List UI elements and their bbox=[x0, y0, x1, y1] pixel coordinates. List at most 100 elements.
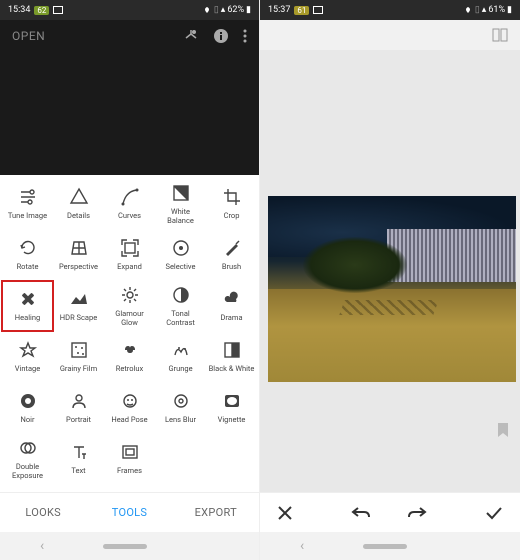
tool-frames[interactable]: Frames bbox=[104, 434, 155, 484]
android-nav-bar-left: ‹ bbox=[0, 532, 259, 560]
more-icon[interactable] bbox=[243, 28, 247, 44]
tool-label: White Balance bbox=[158, 208, 204, 225]
tool-label: Black & White bbox=[209, 365, 255, 374]
tool-hdr-scape[interactable]: HDR Scape bbox=[53, 281, 104, 331]
battery-text: 62% bbox=[227, 5, 244, 15]
rotate-icon bbox=[18, 238, 38, 258]
editor-action-bar bbox=[260, 492, 520, 532]
close-icon[interactable] bbox=[276, 504, 294, 522]
image-viewport bbox=[260, 50, 520, 492]
tool-label: Head Pose bbox=[111, 416, 147, 425]
android-nav-bar-right: ‹ bbox=[260, 532, 520, 560]
tune-image-icon bbox=[18, 187, 38, 207]
tool-label: HDR Scape bbox=[60, 314, 97, 323]
edited-photo[interactable] bbox=[268, 196, 516, 382]
tool-tonal-contrast[interactable]: Tonal Contrast bbox=[155, 281, 206, 331]
info-icon[interactable] bbox=[213, 28, 229, 44]
compare-icon[interactable] bbox=[492, 27, 508, 43]
tool-double-exposure[interactable]: Double Exposure bbox=[2, 434, 53, 484]
details-icon bbox=[69, 187, 89, 207]
noir-icon bbox=[18, 391, 38, 411]
tool-lens-blur[interactable]: Lens Blur bbox=[155, 383, 206, 433]
tool-text[interactable]: Text bbox=[53, 434, 104, 484]
black-white-icon bbox=[222, 340, 242, 360]
tab-looks[interactable]: LOOKS bbox=[0, 493, 86, 532]
tool-curves[interactable]: Curves bbox=[104, 179, 155, 229]
status-badge: 61 bbox=[294, 6, 309, 15]
gallery-icon bbox=[53, 6, 63, 14]
bookmark-icon[interactable] bbox=[496, 422, 510, 438]
phone-right: 15:37 61 ▯ ▴ 61% ▮ bbox=[260, 0, 520, 560]
gallery-icon bbox=[313, 6, 323, 14]
tool-tune-image[interactable]: Tune Image bbox=[2, 179, 53, 229]
healing-icon bbox=[18, 289, 38, 309]
tool-healing[interactable]: Healing bbox=[2, 281, 53, 331]
grainy-film-icon bbox=[69, 340, 89, 360]
tool-retrolux[interactable]: Retrolux bbox=[104, 332, 155, 382]
tool-crop[interactable]: Crop bbox=[206, 179, 257, 229]
tool-rotate[interactable]: Rotate bbox=[2, 230, 53, 280]
signal-icon: ▴ bbox=[221, 5, 226, 15]
tool-vintage[interactable]: Vintage bbox=[2, 332, 53, 382]
tool-label: Crop bbox=[224, 212, 240, 221]
tool-grainy-film[interactable]: Grainy Film bbox=[53, 332, 104, 382]
nav-home-pill[interactable] bbox=[363, 544, 407, 549]
tool-label: Portrait bbox=[66, 416, 91, 425]
battery-icon: ▮ bbox=[507, 5, 512, 15]
tool-label: Perspective bbox=[59, 263, 98, 272]
vintage-icon bbox=[18, 340, 38, 360]
tool-details[interactable]: Details bbox=[53, 179, 104, 229]
nav-back-icon[interactable]: ‹ bbox=[40, 538, 44, 554]
undo-icon[interactable] bbox=[351, 505, 371, 521]
tool-perspective[interactable]: Perspective bbox=[53, 230, 104, 280]
tool-glamour-glow[interactable]: Glamour Glow bbox=[104, 281, 155, 331]
white-balance-icon bbox=[171, 183, 191, 203]
nav-home-pill[interactable] bbox=[103, 544, 147, 549]
tool-label: Tonal Contrast bbox=[158, 310, 204, 327]
tool-noir[interactable]: Noir bbox=[2, 383, 53, 433]
tool-black-white[interactable]: Black & White bbox=[206, 332, 257, 382]
status-badge: 62 bbox=[34, 6, 49, 15]
curves-icon bbox=[120, 187, 140, 207]
tool-grunge[interactable]: Grunge bbox=[155, 332, 206, 382]
open-button[interactable]: OPEN bbox=[12, 29, 45, 43]
tool-vignette[interactable]: Vignette bbox=[206, 383, 257, 433]
layers-icon[interactable] bbox=[183, 28, 199, 44]
tool-label: Vignette bbox=[218, 416, 246, 425]
glamour-glow-icon bbox=[120, 285, 140, 305]
tool-label: Healing bbox=[15, 314, 40, 323]
tool-label: Expand bbox=[117, 263, 142, 272]
tab-tools[interactable]: TOOLS bbox=[86, 493, 172, 532]
tool-label: Curves bbox=[118, 212, 141, 221]
retrolux-icon bbox=[120, 340, 140, 360]
tool-expand[interactable]: Expand bbox=[104, 230, 155, 280]
nav-back-icon[interactable]: ‹ bbox=[300, 538, 304, 554]
vignette-icon bbox=[222, 391, 242, 411]
double-exposure-icon bbox=[18, 438, 38, 458]
tool-white-balance[interactable]: White Balance bbox=[155, 179, 206, 229]
editor-top-bar bbox=[260, 20, 520, 50]
tool-portrait[interactable]: Portrait bbox=[53, 383, 104, 433]
drama-icon bbox=[222, 289, 242, 309]
text-icon bbox=[69, 442, 89, 462]
tool-label: Tune Image bbox=[8, 212, 47, 221]
tool-selective[interactable]: Selective bbox=[155, 230, 206, 280]
wifi-icon bbox=[202, 6, 212, 14]
tool-label: Rotate bbox=[17, 263, 39, 272]
phone-left: 15:34 62 ▯ ▴ 62% ▮ OPEN Tune Image D bbox=[0, 0, 260, 560]
tab-export[interactable]: EXPORT bbox=[173, 493, 259, 532]
wifi-icon bbox=[463, 6, 473, 14]
tool-drama[interactable]: Drama bbox=[206, 281, 257, 331]
tool-head-pose[interactable]: Head Pose bbox=[104, 383, 155, 433]
tool-brush[interactable]: Brush bbox=[206, 230, 257, 280]
status-bar-left: 15:34 62 ▯ ▴ 62% ▮ bbox=[0, 0, 259, 20]
head-pose-icon bbox=[120, 391, 140, 411]
tool-label: Grainy Film bbox=[60, 365, 97, 374]
tool-label: Frames bbox=[117, 467, 142, 476]
tool-label: Selective bbox=[166, 263, 196, 272]
apply-icon[interactable] bbox=[484, 505, 504, 521]
redo-icon[interactable] bbox=[407, 505, 427, 521]
status-time: 15:34 bbox=[8, 5, 30, 15]
tool-label: Retrolux bbox=[116, 365, 143, 374]
tonal-contrast-icon bbox=[171, 285, 191, 305]
